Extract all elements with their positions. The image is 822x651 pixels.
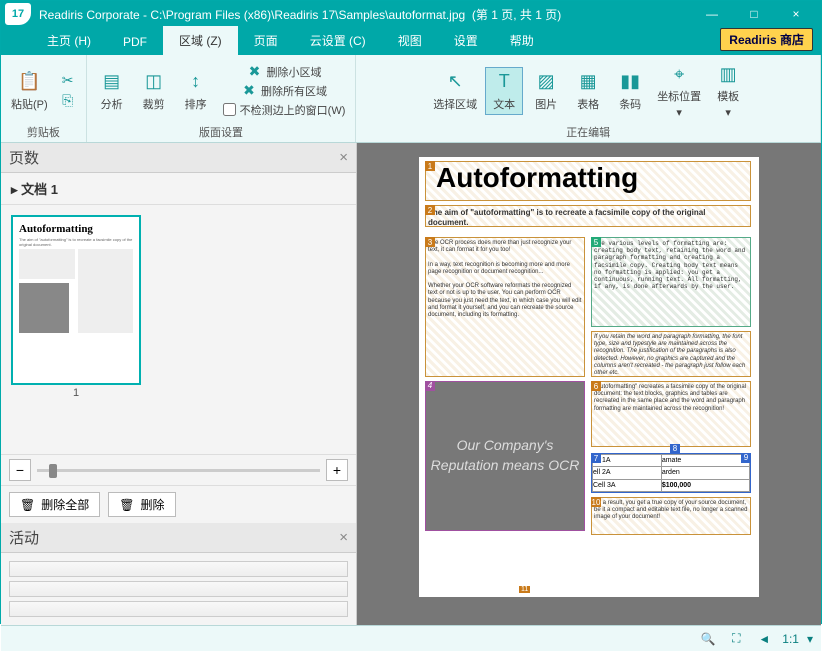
zone-image-text: Our Company's Reputation means OCR	[426, 436, 584, 475]
fit-icon[interactable]: ⛶	[726, 629, 746, 649]
delete-all-button[interactable]: 🗑删除全部	[9, 492, 100, 517]
barcode-icon: ▮▮	[618, 70, 642, 94]
group-label: 版面设置	[199, 124, 243, 140]
table-zone-button[interactable]: ▦表格	[569, 68, 607, 114]
close-panel-icon[interactable]: ×	[339, 529, 348, 546]
thumbnail-number: 1	[11, 387, 141, 399]
delete-all-zones-button[interactable]: ✖删除所有区域	[219, 82, 350, 100]
search-icon[interactable]: 🔍	[698, 629, 718, 649]
zone-title: Autoformatting	[426, 162, 750, 194]
tab-pdf[interactable]: PDF	[107, 29, 163, 55]
coords-button[interactable]: ⌖坐标位置▾	[653, 60, 705, 121]
sort-button[interactable]: ↕排序	[177, 68, 215, 114]
coords-icon: ⌖	[667, 62, 691, 86]
pages-panel-header: 页数 ×	[1, 143, 356, 173]
analyze-button[interactable]: ▤分析	[93, 68, 131, 114]
app-logo: 17	[5, 3, 31, 25]
window-title: Readiris Corporate - C:\Program Files (x…	[39, 6, 691, 23]
paste-button[interactable]: 📋 粘贴(P)	[7, 68, 52, 114]
activity-panel-header: 活动 ×	[1, 523, 356, 553]
close-button[interactable]: ×	[775, 1, 817, 27]
statusbar: 🔍 ⛶ ◄ 1:1 ▾	[1, 625, 821, 651]
select-zone-button[interactable]: ↖选择区域	[429, 68, 481, 114]
crop-icon: ◫	[142, 70, 166, 94]
zone-table: 7 9 ell 1Aamate ell 2Aarden Cell 3A$100,…	[591, 453, 751, 493]
activity-bar	[9, 601, 348, 617]
zoom-out-button[interactable]: −	[9, 459, 31, 481]
activity-bar	[9, 561, 348, 577]
dropdown-icon[interactable]: ▾	[807, 632, 813, 646]
zoom-slider[interactable]	[37, 469, 320, 472]
cut-button[interactable]: ✂	[56, 72, 80, 90]
thumbnail-area: Autoformatting The aim of "autoformattin…	[1, 205, 356, 454]
tab-settings[interactable]: 设置	[438, 26, 494, 55]
trash-icon: 🗑	[20, 498, 35, 512]
tab-zone[interactable]: 区域 (Z)	[163, 26, 238, 55]
delete-icon: ✖	[241, 83, 257, 99]
page-thumbnail[interactable]: Autoformatting The aim of "autoformattin…	[11, 215, 141, 385]
maximize-button[interactable]: □	[733, 1, 775, 27]
activity-panel	[1, 553, 356, 625]
image-icon: ▨	[534, 70, 558, 94]
tab-help[interactable]: 帮助	[494, 26, 550, 55]
text-icon: T	[492, 70, 516, 94]
minimize-button[interactable]: —	[691, 1, 733, 27]
group-label: 正在编辑	[566, 124, 610, 140]
sort-icon: ↕	[184, 70, 208, 94]
document-name[interactable]: ▸ 文档 1	[1, 173, 356, 205]
text-zone-button[interactable]: T文本	[485, 67, 523, 115]
copy-icon: ⎘	[60, 93, 76, 109]
tab-view[interactable]: 视图	[382, 26, 438, 55]
image-zone-button[interactable]: ▨图片	[527, 68, 565, 114]
delete-button[interactable]: 🗑删除	[108, 492, 175, 517]
template-icon: ▥	[716, 62, 740, 86]
copy-button[interactable]: ⎘	[56, 92, 80, 110]
zoom-label: 1:1	[782, 632, 799, 646]
document-page[interactable]: 1 Autoformatting 2 The aim of "autoforma…	[419, 157, 759, 597]
table-icon: ▦	[576, 70, 600, 94]
trash-icon: 🗑	[119, 498, 134, 512]
group-label: 剪贴板	[27, 124, 60, 140]
store-button[interactable]: Readiris 商店	[720, 28, 813, 51]
analyze-icon: ▤	[100, 70, 124, 94]
barcode-zone-button[interactable]: ▮▮条码	[611, 68, 649, 114]
zoom-in-button[interactable]: +	[326, 459, 348, 481]
delete-icon: ✖	[247, 64, 263, 80]
delete-small-zones-button[interactable]: ✖删除小区域	[219, 63, 350, 81]
ribbon: 📋 粘贴(P) ✂ ⎘ 剪贴板 ▤分析 ◫裁剪 ↕排序 ✖删除小区域 ✖删除所有…	[1, 55, 821, 143]
prev-icon[interactable]: ◄	[754, 629, 774, 649]
scissors-icon: ✂	[60, 73, 76, 89]
cursor-icon: ↖	[443, 70, 467, 94]
tab-home[interactable]: 主页 (H)	[31, 26, 107, 55]
clipboard-icon: 📋	[17, 70, 41, 94]
tab-cloud[interactable]: 云设置 (C)	[294, 26, 382, 55]
sidebar: 页数 × ▸ 文档 1 Autoformatting The aim of "a…	[1, 143, 357, 625]
titlebar: 17 Readiris Corporate - C:\Program Files…	[1, 1, 821, 27]
ribbon-tabs: 主页 (H) PDF 区域 (Z) 页面 云设置 (C) 视图 设置 帮助 Re…	[1, 27, 821, 55]
page-viewer[interactable]: 1 Autoformatting 2 The aim of "autoforma…	[357, 143, 821, 625]
close-panel-icon[interactable]: ×	[339, 149, 348, 166]
template-button[interactable]: ▥模板▾	[709, 60, 747, 121]
crop-button[interactable]: ◫裁剪	[135, 68, 173, 114]
activity-bar	[9, 581, 348, 597]
tab-page[interactable]: 页面	[238, 26, 294, 55]
ignore-edge-checkbox[interactable]: 不检测边上的窗口(W)	[219, 101, 350, 119]
